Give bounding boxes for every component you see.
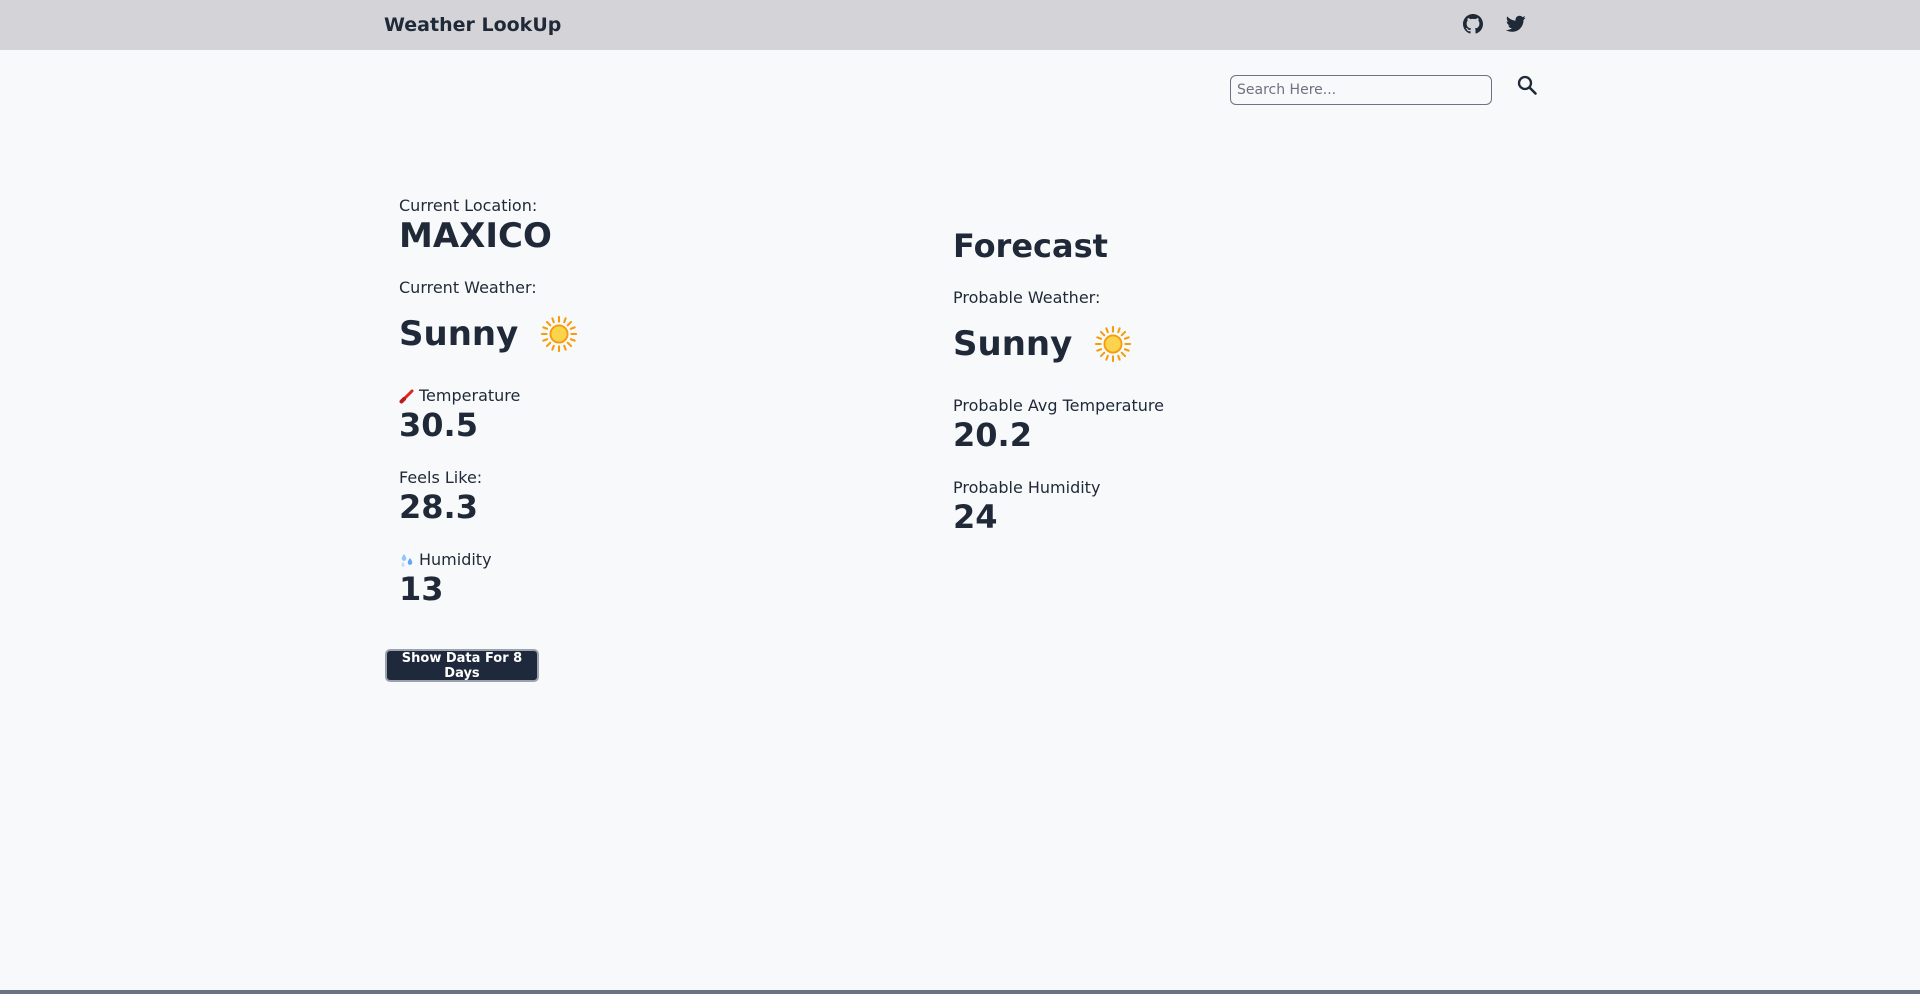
github-icon[interactable] [1462, 13, 1484, 35]
humidity-label: Humidity [419, 550, 492, 569]
current-location-label: Current Location: [399, 196, 538, 215]
search-icon[interactable] [1515, 73, 1539, 97]
bottom-border [0, 990, 1920, 994]
probable-weather-label: Probable Weather: [953, 288, 1101, 307]
sun-icon [1095, 325, 1132, 363]
humidity-label-row: Humidity [399, 550, 578, 570]
feels-like-value: 28.3 [399, 488, 478, 526]
temperature-value: 30.5 [399, 406, 478, 444]
current-weather-label: Current Weather: [399, 278, 537, 297]
probable-humidity-value: 24 [953, 498, 998, 536]
show-8-days-button[interactable]: Show Data For 8 Days [385, 649, 539, 682]
current-location-value: MAXICO [399, 216, 552, 256]
app-title[interactable]: Weather LookUp [384, 14, 561, 36]
forecast-panel: Forecast Probable Weather: Sunny Probabl… [953, 226, 1164, 536]
temperature-label: Temperature [419, 386, 521, 405]
current-weather-panel: Current Location: MAXICO Current Weather… [399, 196, 578, 608]
probable-weather-value: Sunny [953, 324, 1073, 364]
humidity-value: 13 [399, 570, 444, 608]
navbar: Weather LookUp [0, 0, 1920, 50]
forecast-title: Forecast [953, 227, 1108, 265]
twitter-icon[interactable] [1505, 13, 1527, 35]
current-weather-value: Sunny [399, 314, 519, 354]
current-weather-row: Sunny [399, 314, 578, 354]
probable-humidity-label: Probable Humidity [953, 478, 1101, 497]
temperature-label-row: Temperature [399, 386, 578, 406]
probable-avg-temp-label: Probable Avg Temperature [953, 396, 1164, 415]
droplets-icon [401, 554, 413, 567]
probable-avg-temp-value: 20.2 [953, 416, 1032, 454]
sun-icon [541, 315, 578, 353]
feels-like-label: Feels Like: [399, 468, 483, 487]
forecast-weather-row: Sunny [953, 324, 1164, 364]
search-input[interactable] [1230, 75, 1492, 105]
thermometer-icon [399, 389, 414, 404]
